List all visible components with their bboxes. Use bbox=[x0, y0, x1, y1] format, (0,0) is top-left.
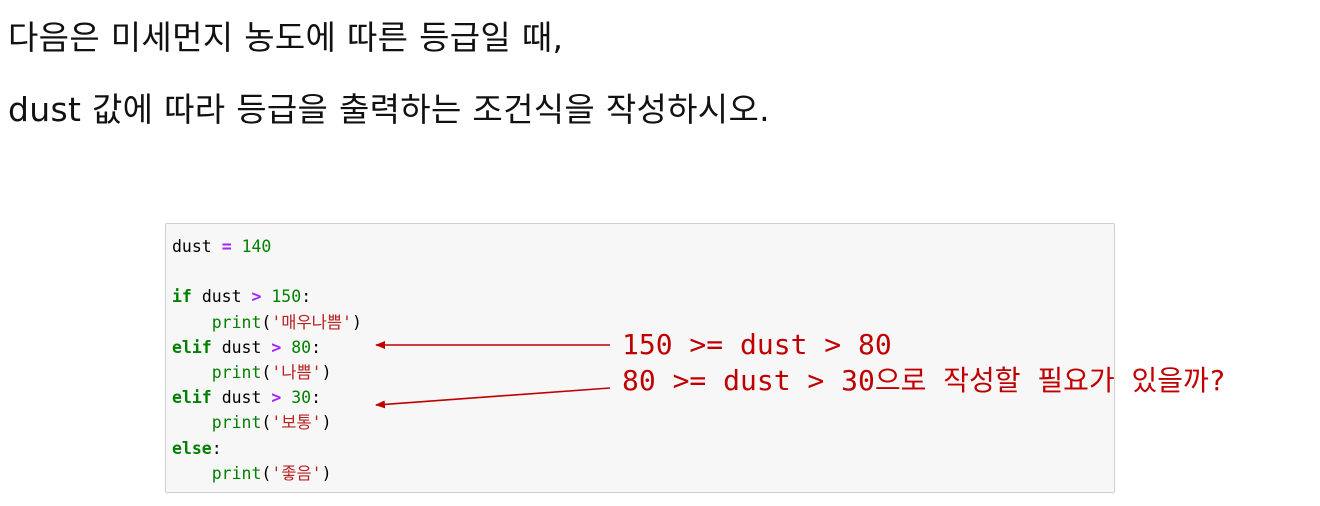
code-token: elif bbox=[172, 337, 212, 357]
code-token: 80 bbox=[291, 337, 312, 357]
code-token: > bbox=[271, 337, 282, 357]
code-line-assign: dust = 140 bbox=[172, 234, 362, 259]
code-token: elif bbox=[172, 388, 212, 408]
instruction-line-1: 다음은 미세먼지 농도에 따른 등급일 때, bbox=[8, 18, 564, 57]
code-token: print bbox=[211, 413, 262, 433]
code-token: : bbox=[301, 287, 312, 307]
code-token: print bbox=[211, 312, 262, 332]
code-token: else bbox=[172, 438, 212, 458]
code-block: dust = 140 if dust > 150: print('매우나쁨') el… bbox=[172, 234, 362, 486]
code-token: dust bbox=[221, 337, 262, 357]
code-token: '나쁨' bbox=[271, 362, 322, 382]
code-line-print-3: print('보통') bbox=[211, 413, 332, 433]
code-token: '매우나쁨' bbox=[271, 312, 352, 332]
code-token: : bbox=[311, 388, 322, 408]
code-token: if bbox=[172, 287, 192, 307]
code-token: : bbox=[211, 438, 222, 458]
code-token: : bbox=[311, 337, 322, 357]
code-line-print-4: print('좋음') bbox=[211, 463, 332, 483]
code-line-print-2: print('나쁨') bbox=[211, 362, 332, 382]
code-token: print bbox=[211, 362, 262, 382]
annotation-condition-2: 80 >= dust > 30으로 작성할 필요가 있을까? bbox=[622, 364, 1226, 397]
code-token: '보통' bbox=[271, 413, 322, 433]
code-line-else: else: bbox=[172, 436, 362, 461]
code-token: '좋음' bbox=[271, 463, 322, 483]
code-token: 30 bbox=[291, 388, 312, 408]
code-token: = bbox=[221, 237, 232, 256]
code-line-print-1: print('매우나쁨') bbox=[211, 312, 362, 332]
code-token: 150 bbox=[271, 287, 302, 307]
code-token: dust bbox=[172, 237, 212, 256]
annotation-condition-1: 150 >= dust > 80 bbox=[622, 328, 892, 361]
code-line-elif-2: elif dust > 30: bbox=[172, 385, 362, 410]
code-line-elif-1: elif dust > 80: bbox=[172, 335, 362, 360]
code-token: dust bbox=[201, 287, 242, 307]
code-token: > bbox=[271, 388, 282, 408]
code-token: 140 bbox=[241, 237, 272, 256]
code-line-if: if dust > 150: bbox=[172, 284, 362, 309]
code-token: dust bbox=[221, 388, 262, 408]
code-token: print bbox=[211, 463, 262, 483]
instruction-line-2: dust 값에 따라 등급을 출력하는 조건식을 작성하시오. bbox=[8, 90, 770, 129]
code-token: > bbox=[251, 287, 262, 307]
